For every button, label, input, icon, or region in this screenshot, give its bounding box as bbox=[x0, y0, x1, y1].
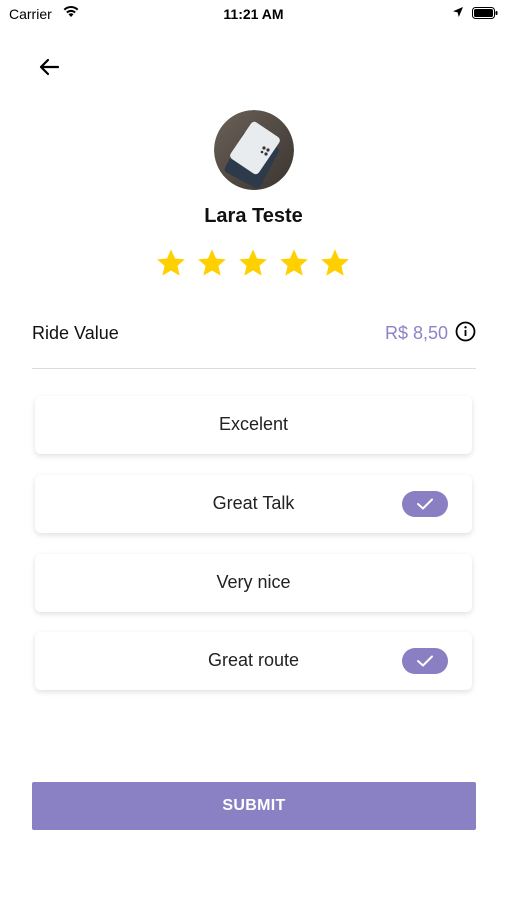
option-excelent[interactable]: Excelent bbox=[35, 396, 472, 454]
option-very-nice[interactable]: Very nice bbox=[35, 554, 472, 612]
ride-value-label: Ride Value bbox=[32, 323, 119, 343]
checkmark-icon bbox=[417, 655, 433, 667]
option-great-route[interactable]: Great route bbox=[35, 632, 472, 690]
ride-value-row: Ride Value R$ 8,50 bbox=[32, 320, 476, 348]
star-icon[interactable] bbox=[237, 247, 269, 279]
star-icon[interactable] bbox=[319, 247, 351, 279]
clock: 11:21 AM bbox=[223, 6, 284, 22]
avatar bbox=[214, 110, 294, 190]
checkmark-icon bbox=[417, 498, 433, 510]
star-rating[interactable] bbox=[155, 247, 355, 279]
selected-check-badge bbox=[402, 648, 448, 674]
star-icon[interactable] bbox=[278, 247, 310, 279]
back-arrow-icon[interactable] bbox=[34, 52, 64, 82]
star-icon[interactable] bbox=[196, 247, 228, 279]
submit-button[interactable]: SUBMIT bbox=[32, 782, 476, 830]
driver-name: Lara Teste bbox=[204, 205, 303, 227]
option-label: Excelent bbox=[218, 414, 289, 434]
status-bar: Carrier 11:21 AM bbox=[0, 0, 507, 28]
info-icon[interactable] bbox=[455, 321, 476, 342]
ride-value-amount: R$ 8,50 bbox=[384, 323, 448, 343]
selected-check-badge bbox=[402, 491, 448, 517]
option-label: Very nice bbox=[216, 572, 291, 592]
star-icon[interactable] bbox=[155, 247, 187, 279]
battery-icon bbox=[472, 7, 498, 19]
divider bbox=[32, 368, 476, 369]
location-arrow-icon bbox=[453, 7, 463, 17]
option-great-talk[interactable]: Great Talk bbox=[35, 475, 472, 533]
